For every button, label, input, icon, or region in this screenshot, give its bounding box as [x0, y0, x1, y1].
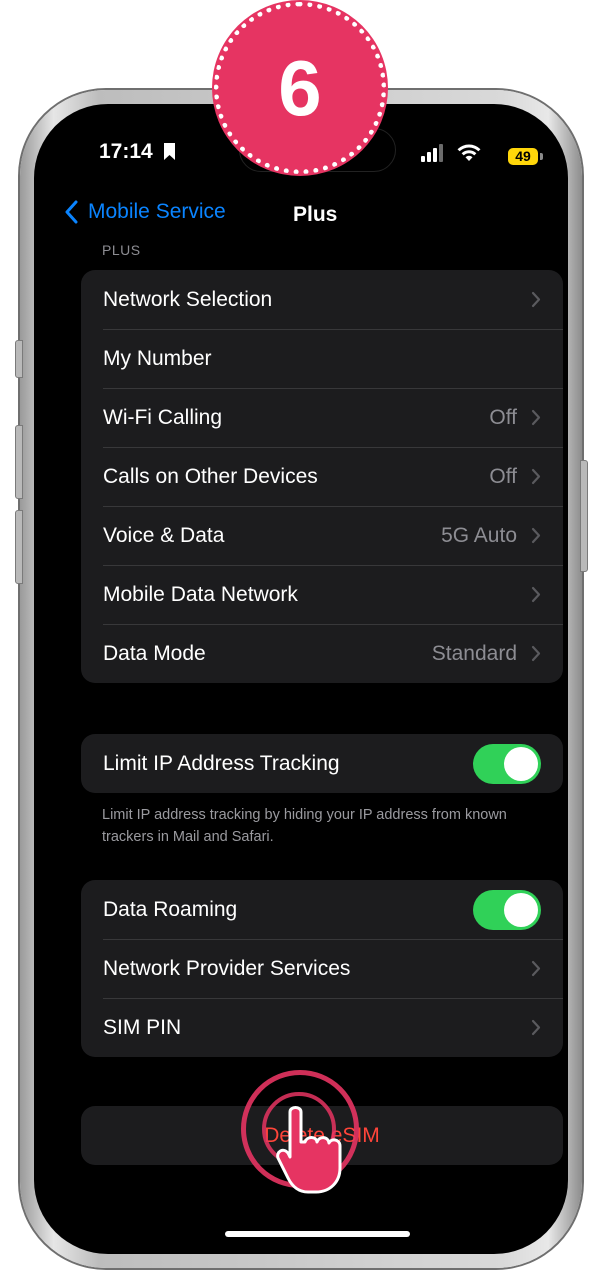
wifi-calling-row[interactable]: Wi-Fi Calling Off [81, 388, 563, 447]
chevron-right-icon [531, 409, 541, 426]
toggle-knob [504, 892, 538, 927]
row-label: Network Selection [103, 287, 273, 311]
tap-hand-icon [276, 1106, 342, 1194]
row-label: Calls on Other Devices [103, 464, 318, 488]
volume-up-button [15, 425, 23, 499]
data-roaming-toggle[interactable] [473, 889, 541, 930]
back-button-label: Mobile Service [88, 200, 226, 223]
my-number-row[interactable]: My Number [81, 329, 563, 388]
row-value: 5G Auto [441, 523, 517, 547]
data-mode-row[interactable]: Data Mode Standard [81, 624, 563, 683]
row-label: Wi-Fi Calling [103, 405, 223, 429]
step-number-badge: 6 [214, 2, 386, 174]
mobile-data-network-row[interactable]: Mobile Data Network [81, 565, 563, 624]
row-label: Voice & Data [103, 523, 225, 547]
power-button [580, 460, 588, 572]
chevron-right-icon [531, 1019, 541, 1036]
volume-down-button [15, 510, 23, 584]
row-label: Mobile Data Network [103, 582, 298, 606]
row-value: Off [489, 464, 517, 488]
row-label: Limit IP Address Tracking [103, 751, 340, 775]
network-provider-services-row[interactable]: Network Provider Services [81, 939, 563, 998]
row-label: Data Roaming [103, 897, 238, 921]
row-value: Off [489, 405, 517, 429]
chevron-right-icon [531, 527, 541, 544]
limit-ip-tracking-toggle[interactable] [473, 743, 541, 784]
home-indicator [225, 1231, 410, 1237]
battery-icon: 49 [508, 148, 538, 165]
chevron-right-icon [531, 468, 541, 485]
page-title: Plus [293, 203, 338, 226]
back-button[interactable]: Mobile Service [64, 200, 226, 224]
chevron-right-icon [531, 645, 541, 662]
limit-ip-tracking-row: Limit IP Address Tracking [81, 734, 563, 793]
row-label: Data Mode [103, 641, 206, 665]
roaming-group: Data Roaming Network Provider Services S… [81, 880, 563, 1057]
mute-switch [15, 340, 23, 378]
ip-tracking-footer: Limit IP address tracking by hiding your… [102, 807, 507, 845]
battery-tip [540, 153, 543, 160]
chevron-right-icon [531, 586, 541, 603]
bookmark-icon [164, 143, 175, 160]
calls-on-other-devices-row[interactable]: Calls on Other Devices Off [81, 447, 563, 506]
row-label: My Number [103, 346, 212, 370]
voice-and-data-row[interactable]: Voice & Data 5G Auto [81, 506, 563, 565]
chevron-left-icon [65, 200, 78, 224]
plan-settings-group: Network Selection My Number Wi-Fi Callin… [81, 270, 563, 683]
ip-tracking-group: Limit IP Address Tracking [81, 734, 563, 793]
network-selection-row[interactable]: Network Selection [81, 270, 563, 329]
chevron-right-icon [531, 960, 541, 977]
cellular-signal-icon [421, 144, 443, 162]
toggle-knob [504, 746, 538, 781]
section-header: PLUS [102, 242, 141, 258]
row-label: SIM PIN [103, 1015, 182, 1039]
chevron-right-icon [531, 291, 541, 308]
wifi-icon [457, 144, 481, 161]
row-label: Network Provider Services [103, 956, 351, 980]
status-time: 17:14 [99, 140, 153, 163]
sim-pin-row[interactable]: SIM PIN [81, 998, 563, 1057]
data-roaming-row: Data Roaming [81, 880, 563, 939]
row-value: Standard [431, 641, 517, 665]
